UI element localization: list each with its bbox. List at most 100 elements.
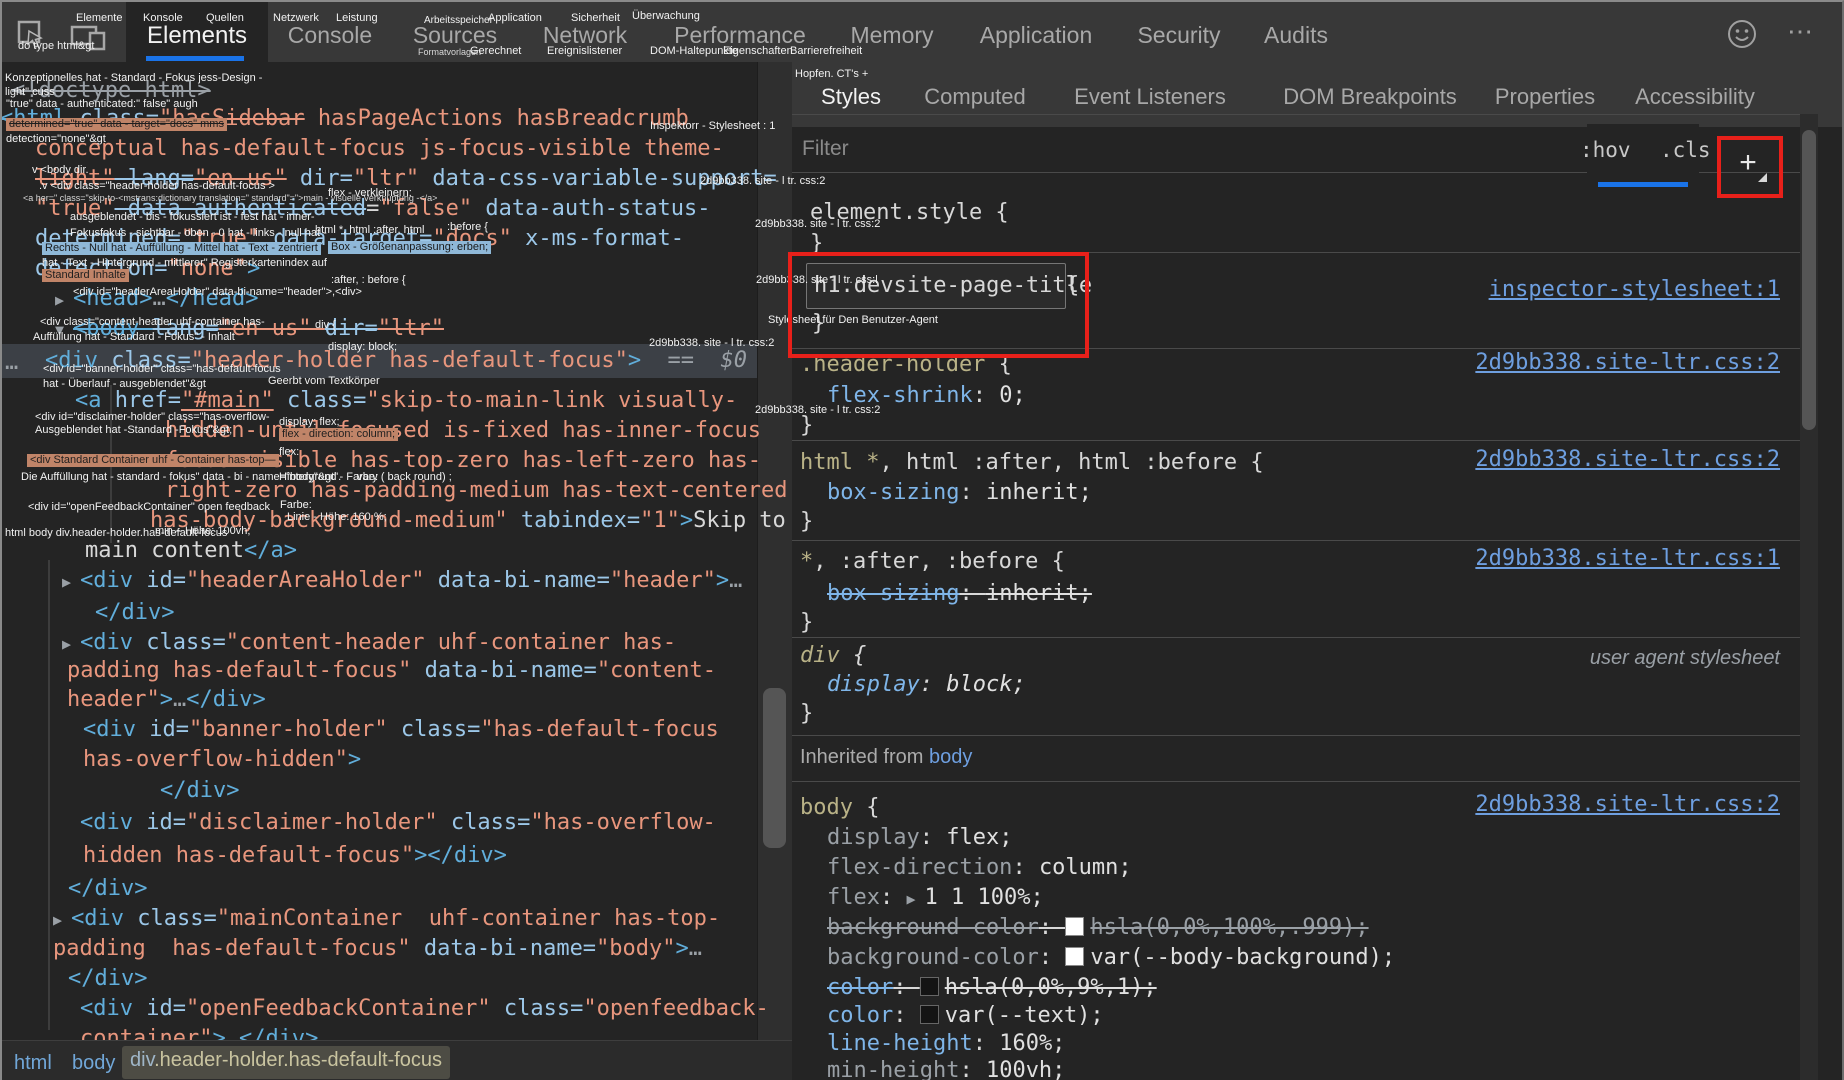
section-separator	[792, 781, 1800, 782]
inherited-body-link[interactable]: body	[929, 746, 972, 768]
code-segment: min-height	[827, 1058, 959, 1080]
code-line[interactable]: </div>	[95, 600, 174, 626]
node-menu-dots[interactable]: …	[5, 350, 18, 376]
overlay-label: hat - Überlauf - ausgeblendet"&gt	[43, 378, 206, 391]
code-line[interactable]: conceptual has-default-focus js-focus-vi…	[35, 136, 724, 162]
code-segment: hsla(0,0%,9%,1);	[945, 975, 1157, 1000]
code-line: }	[800, 610, 813, 636]
more-options-icon[interactable]: ⋯	[1787, 16, 1815, 47]
styles-scrollbar-thumb[interactable]	[1802, 130, 1816, 430]
code-line[interactable]: ▶ <div id="headerAreaHolder" data-bi-nam…	[62, 568, 742, 595]
tab-event-listeners[interactable]: Event Listeners	[1074, 84, 1226, 110]
overlay-label: Eigenschaften	[723, 45, 793, 58]
elements-scrollbar-thumb[interactable]	[763, 688, 786, 848]
overlay-label: Konsole	[143, 12, 183, 25]
code-line[interactable]: header">…</div>	[67, 687, 266, 713]
code-line[interactable]: padding has-default-focus" data-bi-name=…	[53, 936, 702, 962]
tab-application[interactable]: Application	[980, 22, 1093, 49]
code-line[interactable]: ▶ <div class="content-header uhf-contain…	[62, 630, 676, 657]
stylesheet-link[interactable]: 2d9bb338.site-ltr.css:1	[1475, 546, 1780, 572]
overlay-label: do type html&gt	[18, 40, 94, 53]
code-line[interactable]: main content</a>	[85, 538, 297, 564]
code-segment: >	[676, 936, 689, 961]
tab-properties[interactable]: Properties	[1495, 84, 1595, 110]
overlay-label: Hopfen. CT's +	[795, 68, 868, 81]
code-segment: >	[160, 687, 173, 712]
code-segment: Skip to	[693, 508, 786, 533]
code-line[interactable]: hidden has-default-focus"></div>	[83, 843, 507, 869]
code-segment: </div>	[160, 778, 239, 803]
section-separator	[792, 735, 1800, 736]
panel-divider[interactable]	[757, 62, 794, 1040]
tab-dom-breakpoints[interactable]: DOM Breakpoints	[1283, 84, 1457, 110]
breadcrumb-selected[interactable]: div.header-holder.has-default-focus	[122, 1046, 450, 1079]
indent-guide	[48, 560, 50, 1030]
code-line[interactable]: ▶ <div class="mainContainer uhf-containe…	[53, 906, 720, 933]
code-segment: "openfeedback-	[583, 996, 768, 1021]
stylesheet-link[interactable]: 2d9bb338.site-ltr.css:2	[1475, 350, 1780, 376]
code-segment: :	[959, 1058, 986, 1080]
stylesheet-link[interactable]: 2d9bb338.site-ltr.css:2	[1475, 447, 1780, 473]
tab-accessibility[interactable]: Accessibility	[1635, 84, 1755, 110]
stylesheet-link[interactable]: 2d9bb338.site-ltr.css:2	[1475, 792, 1780, 818]
tab-security[interactable]: Security	[1137, 22, 1220, 49]
code-line[interactable]: <div id="banner-holder" class="has-defau…	[83, 717, 719, 743]
toggle-element-state-button[interactable]: :hov	[1580, 138, 1631, 162]
overlay-label: Standard Inhalte	[42, 269, 129, 282]
code-segment: 1 1 100%;	[925, 885, 1044, 910]
code-line[interactable]: <div id="disclaimer-holder" class="has-o…	[80, 810, 716, 836]
overlay-label: Elemente	[76, 12, 122, 25]
code-segment: :	[893, 975, 920, 1000]
code-line: *, :after, :before {	[800, 549, 1065, 575]
feedback-smiley-icon[interactable]	[1726, 18, 1758, 50]
code-segment: "content-	[597, 658, 716, 683]
devtools-toolbar: Elements Console Sources Network Perform…	[0, 0, 1844, 62]
code-segment: <div	[83, 717, 149, 742]
code-segment: </div>	[68, 876, 147, 901]
code-line: }	[800, 701, 813, 727]
section-separator	[792, 540, 1800, 541]
code-line: display: flex;	[827, 825, 1012, 851]
breadcrumb-html[interactable]: html	[14, 1052, 52, 1075]
code-segment: …	[689, 936, 702, 961]
overlay-label: Application	[488, 12, 542, 25]
overlay-label: Geerbt vom Textkörper	[268, 375, 380, 388]
code-segment: box-sizing	[827, 581, 959, 606]
code-line[interactable]: padding has-default-focus" data-bi-name=…	[67, 658, 716, 684]
code-segment: "has-default-focus	[480, 717, 718, 742]
code-segment: :	[959, 480, 986, 505]
overlay-label: "true" data - authenticated:" false" aug…	[6, 98, 198, 111]
tab-console[interactable]: Console	[288, 22, 372, 49]
red-highlight-add-rule-button	[1717, 136, 1783, 198]
section-separator	[792, 440, 1800, 441]
breadcrumb-bar: html body div.header-holder.has-default-…	[0, 1040, 792, 1080]
code-line[interactable]: </div>	[68, 876, 147, 902]
code-segment: ▶	[62, 573, 80, 591]
code-line: flex: ▶ 1 1 100%;	[827, 885, 1044, 912]
tab-audits[interactable]: Audits	[1264, 22, 1328, 49]
breadcrumb-body[interactable]: body	[72, 1052, 115, 1075]
element-classes-button[interactable]: .cls	[1660, 138, 1711, 162]
code-segment: <div	[80, 568, 146, 593]
inherited-from-text: Inherited from	[800, 746, 929, 768]
overlay-label: Box - Größenanpassung: erben;	[328, 241, 491, 254]
code-segment: data-bi-name=	[411, 658, 596, 683]
code-segment: ▶	[53, 911, 71, 929]
tab-computed[interactable]: Computed	[924, 84, 1026, 110]
code-line[interactable]: </div>	[160, 778, 239, 804]
code-segment: :	[1012, 855, 1039, 880]
styles-filter-input[interactable]	[800, 131, 1364, 167]
code-segment: :	[973, 1031, 1000, 1056]
code-line[interactable]: </div>	[68, 966, 147, 992]
stylesheet-link[interactable]: inspector-stylesheet:1	[1489, 277, 1780, 303]
overlay-label: 2d9bb338. site - l tr. css:2	[755, 404, 880, 417]
overlay-label: Konzeptionelles hat - Standard - Fokus j…	[5, 72, 262, 85]
tab-memory[interactable]: Memory	[850, 22, 933, 49]
code-segment: background-color	[827, 915, 1039, 940]
overlay-label: Rechts - Null hat - Auffüllung - Mittel …	[42, 242, 321, 255]
code-line[interactable]: <div id="openFeedbackContainer" class="o…	[80, 996, 769, 1022]
code-segment: class=	[137, 906, 216, 931]
code-line: background-color: var(--body-background)…	[827, 945, 1395, 971]
overlay-label: Auffüllung hat - Standard - Fokus" - Inh…	[33, 331, 235, 344]
code-line[interactable]: has-overflow-hidden">	[83, 747, 361, 773]
